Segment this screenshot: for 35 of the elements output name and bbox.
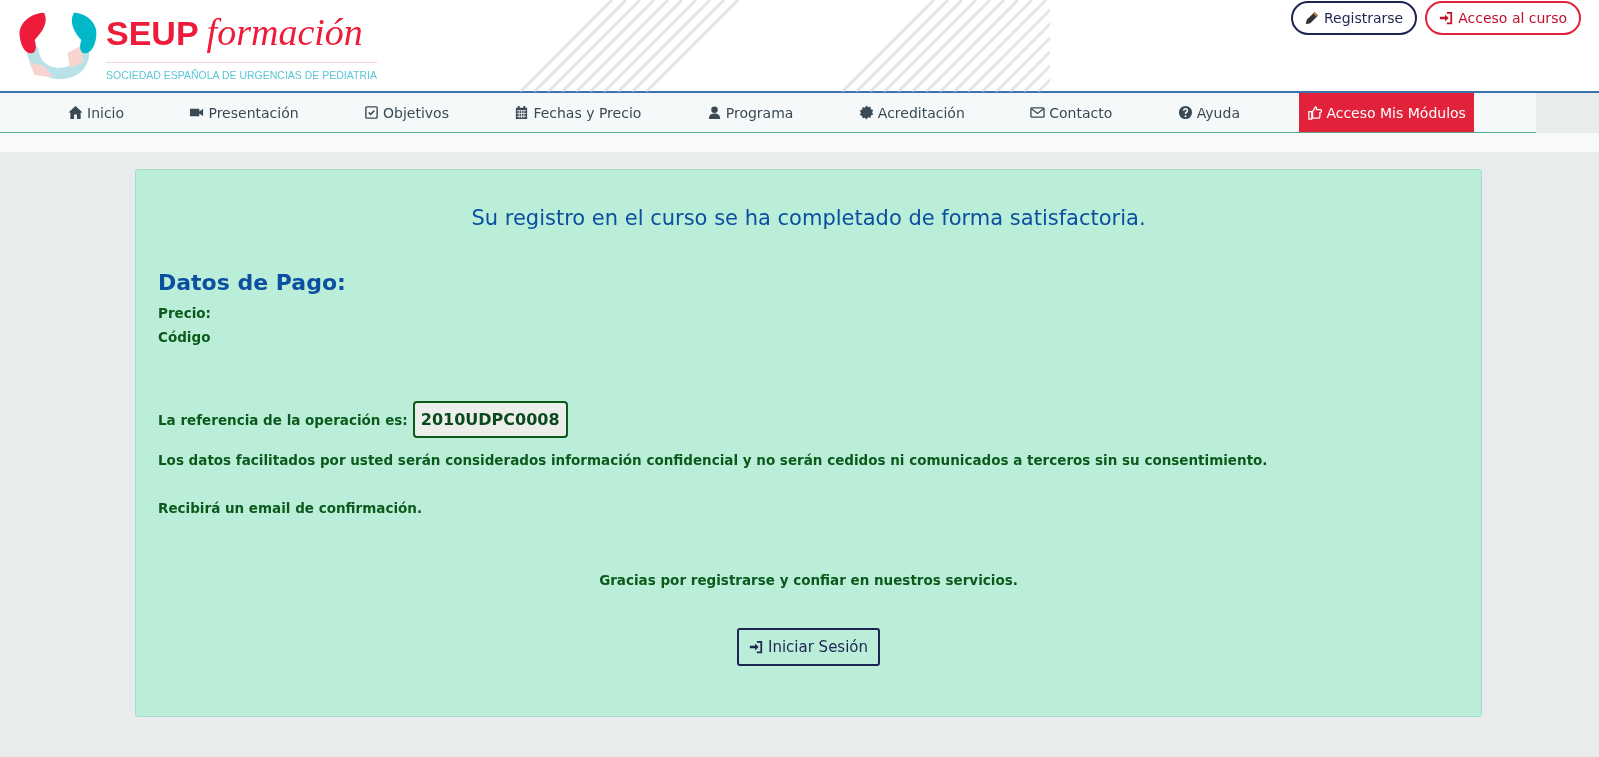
logo-brand: SEUP <box>106 14 199 53</box>
home-icon <box>68 105 83 120</box>
help-icon <box>1177 105 1193 120</box>
sign-in-icon <box>748 640 763 654</box>
pencil-icon <box>1304 11 1319 25</box>
calendar-icon <box>514 105 530 120</box>
nav-link[interactable]: Fechas y Precio <box>508 93 648 132</box>
login-button[interactable]: Iniciar Sesión <box>736 628 881 666</box>
nav-link[interactable]: Acreditación <box>852 93 971 132</box>
envelope-icon <box>1030 105 1046 120</box>
logo-subtitle: SOCIEDAD ESPAÑOLA DE URGENCIAS DE PEDIATRIA <box>106 69 377 81</box>
nav-link[interactable]: Acceso Mis Módulos <box>1299 93 1474 132</box>
payment-heading: Datos de Pago: <box>158 270 347 295</box>
sign-in-icon <box>1439 11 1454 25</box>
nav-link[interactable]: Presentación <box>183 93 305 132</box>
badge-icon <box>858 105 874 120</box>
thanks-message: Gracias por registrarse y confiar en nuestros servicios. <box>598 572 1019 588</box>
price-label: Precio: <box>158 305 212 321</box>
register-button[interactable]: Registrarse <box>1290 1 1418 35</box>
user-icon <box>706 105 722 120</box>
checkbox-icon <box>364 105 380 120</box>
pointing-hand-icon <box>1307 105 1323 120</box>
logo-tagline: formación <box>206 10 363 54</box>
reference-label: La referencia de la operación es: <box>158 411 408 428</box>
email-notice: Recibirá un email de confirmación. <box>158 500 424 516</box>
success-message: Su registro en el curso se ha completado de forma satisfactoria. <box>470 206 1147 230</box>
course-access-button[interactable]: Acceso al curso <box>1425 1 1581 35</box>
nav-link[interactable]: Objetivos <box>358 93 455 132</box>
nav-link[interactable]: Ayuda <box>1171 93 1246 132</box>
nav-link[interactable]: Inicio <box>62 93 131 132</box>
privacy-notice: Los datos facilitados por usted serán considerados información confidencial y no serán cedidos ni comunicados a terceros sin su consentimiento. <box>158 452 1269 468</box>
code-label: Código <box>158 329 212 345</box>
nav-link[interactable]: Contacto <box>1024 93 1119 132</box>
nav-link[interactable]: Programa <box>700 93 800 132</box>
reference-code: 2010UDPC0008 <box>412 401 568 438</box>
